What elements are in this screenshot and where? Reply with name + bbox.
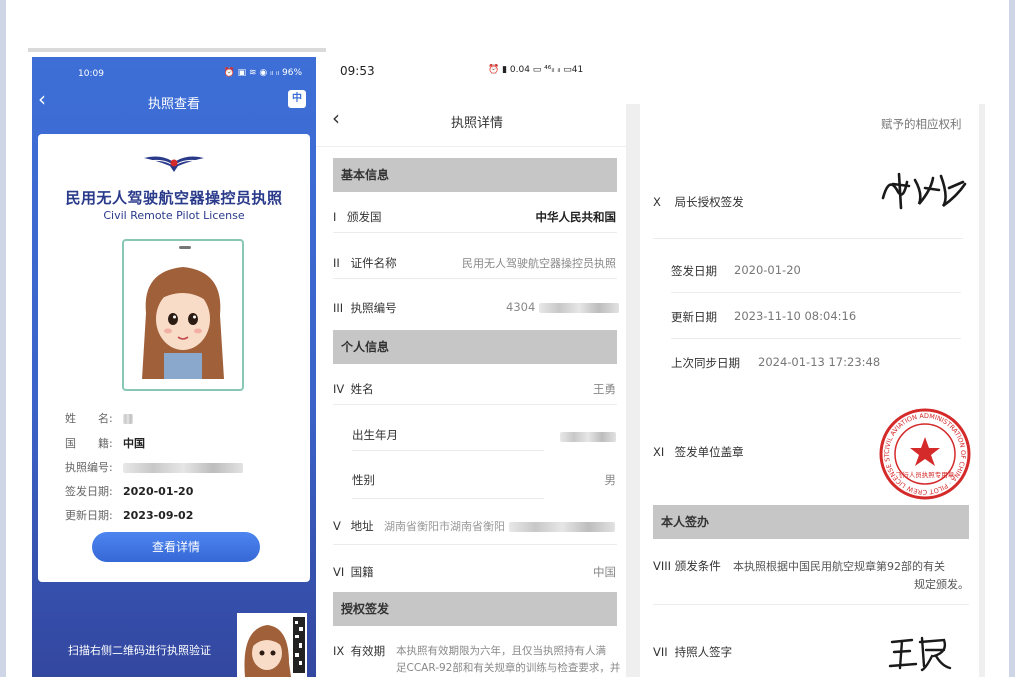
section-personal-info: 个人信息	[333, 330, 617, 364]
info-row-license-number: 执照编号:	[65, 459, 243, 475]
redacted-block	[560, 431, 616, 442]
row-gender-label: 性别	[352, 473, 375, 487]
section-authorization: 授权签发	[333, 592, 617, 626]
row-issuing-country-label: I 颁发国	[333, 210, 382, 224]
row-license-number-value: 4304	[506, 300, 619, 314]
row-divider	[352, 450, 544, 451]
row-seal-label: XI 签发单位盖章	[653, 445, 744, 459]
license-view-screen: 10:09 ⏰ ▣ ≋ ◉ ᵢₗ ᵢₗ 96% ‹ 执照查看 中 民用无人驾驶航…	[32, 57, 316, 677]
license-details-screen: 09:53 ⏰ ▮ 0.04 ▭ ⁴⁶ᵢₗ ᵢₗ ▭41 ‹ 执照详情 基本信息…	[316, 52, 638, 677]
avatar-cartoon-icon	[128, 253, 238, 383]
rights-text: 赋予的相应权利	[881, 117, 962, 131]
status-time: 10:09	[78, 69, 104, 79]
row-certificate-name-value: 民用无人驾驶航空器操控员执照	[462, 257, 616, 270]
row-birth-date-label: 出生年月	[352, 428, 398, 442]
row-divider	[653, 604, 969, 605]
row-conditions-value-line2: 规定颁发。	[914, 578, 969, 591]
redacted-block	[508, 522, 615, 532]
header-divider	[316, 146, 638, 147]
row-divider	[333, 232, 617, 233]
row-license-number-label: III 执照编号	[333, 301, 397, 315]
license-title-en: Civil Remote Pilot License	[103, 209, 245, 222]
page-title: 执照查看	[147, 97, 200, 112]
holder-signature-icon	[888, 636, 952, 672]
frame-edge-left	[0, 0, 6, 677]
status-bar: 10:09 ⏰ ▣ ≋ ◉ ᵢₗ ᵢₗ 96%	[32, 67, 316, 83]
row-address-label: V 地址	[333, 519, 374, 533]
row-update-date-value: 2023-11-10 08:04:16	[734, 309, 857, 323]
row-issue-date-value: 2020-01-20	[734, 263, 801, 277]
row-address-value: 湖南省衡阳市湖南省衡阳	[384, 518, 615, 534]
row-divider	[352, 498, 544, 499]
official-seal-icon: CIVIL AVIATION ADMINISTRATION OF CHINA ·…	[878, 407, 971, 500]
row-holder-signature-label: VII 持照人签字	[653, 645, 733, 659]
panel-gutter	[979, 104, 985, 677]
language-toggle-button[interactable]: 中	[288, 90, 306, 108]
row-update-date-label: 更新日期	[671, 310, 717, 324]
frame-edge-right	[1009, 0, 1015, 677]
svg-text:飞行人员执照专用章: 飞行人员执照专用章	[896, 470, 955, 479]
row-divider	[653, 238, 963, 239]
row-conditions-value-line1: 本执照根据中国民用航空规章第92部的有关	[733, 560, 945, 573]
row-certificate-name-label: II 证件名称	[333, 256, 397, 270]
row-conditions-label: VIII 颁发条件	[653, 559, 721, 573]
badge-slot	[179, 246, 191, 249]
row-validity-value-line1: 本执照有效期限为六年，且仅当执照持有人满	[396, 645, 606, 657]
row-birth-date-value	[560, 429, 616, 443]
status-time: 09:53	[340, 64, 375, 78]
row-name-label: IV 姓名	[333, 382, 374, 396]
info-row-nationality: 国 籍: 中国	[65, 437, 145, 450]
page-title: 执照详情	[450, 116, 503, 131]
info-row-name: 姓 名:	[65, 410, 133, 426]
info-row-update-date: 更新日期: 2023-09-02	[65, 509, 194, 522]
license-card: 民用无人驾驶航空器操控员执照 Civil Remote Pilot Licens…	[38, 134, 310, 582]
panel1-top-border	[28, 48, 326, 52]
badge-photo-holder	[122, 239, 244, 391]
row-validity-label: IX 有效期	[333, 644, 386, 658]
row-nationality-label: VI 国籍	[333, 565, 374, 579]
qr-code-icon[interactable]	[237, 613, 307, 677]
redacted-block	[538, 302, 619, 313]
row-last-sync-label: 上次同步日期	[671, 356, 740, 370]
row-divider	[333, 278, 617, 279]
row-divider	[671, 338, 961, 339]
panel-gutter	[626, 104, 640, 677]
director-signature-icon	[881, 172, 967, 210]
row-divider	[333, 404, 617, 405]
row-director-sign-label: X 局长授权签发	[653, 195, 744, 209]
scan-hint: 扫描右侧二维码进行执照验证	[68, 644, 211, 657]
info-row-issue-date: 签发日期: 2020-01-20	[65, 485, 194, 498]
status-icons: ⏰ ▣ ≋ ◉ ᵢₗ ᵢₗ 96%	[223, 68, 302, 78]
caac-wings-emblem-icon	[144, 156, 204, 172]
redacted-block	[123, 463, 243, 473]
row-gender-value: 男	[604, 473, 617, 487]
row-issuing-country-value: 中华人民共和国	[535, 210, 617, 224]
status-icons: ⏰ ▮ 0.04 ▭ ⁴⁶ᵢₗ ᵢₗ ▭41	[488, 65, 584, 75]
row-name-value: 王勇	[593, 382, 616, 396]
row-issue-date-label: 签发日期	[671, 264, 717, 278]
row-divider	[333, 544, 617, 545]
license-title-cn: 民用无人驾驶航空器操控员执照	[65, 189, 283, 207]
license-details-continued-screen: 赋予的相应权利 X 局长授权签发 签发日期 2020-01-20 更新日期 20…	[641, 104, 979, 677]
row-last-sync-value: 2024-01-13 17:23:48	[758, 355, 881, 369]
section-holder: 本人签办	[653, 505, 969, 539]
status-bar: 09:53 ⏰ ▮ 0.04 ▭ ⁴⁶ᵢₗ ᵢₗ ▭41	[316, 64, 638, 80]
row-validity-value-line2: 足CCAR-92部和有关规章的训练与检查要求，并	[396, 662, 621, 674]
row-divider	[671, 292, 961, 293]
redacted-block	[123, 414, 133, 424]
view-details-button[interactable]: 查看详情	[92, 532, 260, 562]
row-nationality-value: 中国	[593, 565, 616, 579]
section-basic-info: 基本信息	[333, 158, 617, 192]
